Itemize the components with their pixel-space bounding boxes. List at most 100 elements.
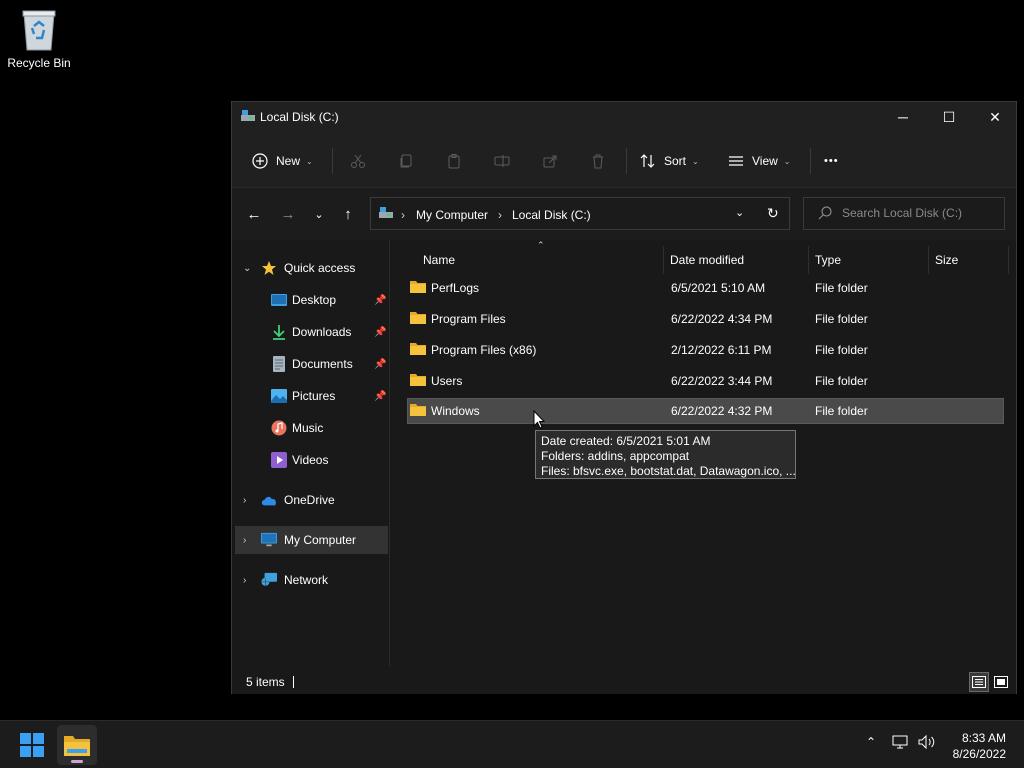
- arrow-up-icon: ↑: [344, 205, 352, 223]
- file-type: File folder: [815, 281, 868, 295]
- more-options-button[interactable]: •••: [824, 148, 839, 174]
- title-bar[interactable]: Local Disk (C:) ─ ☐ ✕: [232, 102, 1016, 132]
- table-row[interactable]: Program Files (x86) 2/12/2022 6:11 PM Fi…: [407, 337, 1004, 363]
- breadcrumb-local-disk[interactable]: Local Disk (C:): [512, 208, 591, 222]
- drive-icon: [379, 207, 393, 222]
- rename-icon: [494, 155, 510, 167]
- nav-videos[interactable]: Videos: [235, 446, 388, 474]
- chevron-down-icon: ⌄: [243, 262, 252, 274]
- show-hidden-icons-chevron-icon[interactable]: ⌃: [866, 735, 876, 749]
- forward-button[interactable]: →: [276, 204, 300, 224]
- column-date-modified[interactable]: Date modified: [670, 246, 744, 274]
- column-name[interactable]: Name: [423, 246, 455, 274]
- table-row[interactable]: Program Files 6/22/2022 4:34 PM File fol…: [407, 306, 1004, 332]
- windows-logo-icon: [20, 733, 44, 757]
- file-name: Windows: [431, 404, 480, 418]
- volume-icon[interactable]: [918, 734, 936, 752]
- file-type: File folder: [815, 312, 868, 326]
- video-icon: [271, 452, 287, 468]
- breadcrumb-my-computer[interactable]: My Computer: [416, 208, 488, 222]
- sort-button[interactable]: Sort ⌄: [640, 148, 699, 174]
- up-button[interactable]: ↑: [336, 204, 360, 224]
- pin-icon: 📌: [374, 358, 387, 370]
- share-icon: [543, 155, 557, 168]
- scissors-icon: [351, 154, 365, 168]
- refresh-icon[interactable]: ↻: [767, 205, 779, 222]
- delete-button[interactable]: [590, 148, 606, 174]
- tooltip-line: Files: bfsvc.exe, bootstat.dat, Datawago…: [541, 464, 796, 478]
- back-button[interactable]: ←: [242, 204, 266, 224]
- file-name: Program Files (x86): [431, 343, 537, 357]
- nav-music[interactable]: Music: [235, 414, 388, 442]
- item-count: 5 items: [246, 675, 285, 689]
- nav-downloads[interactable]: Downloads 📌: [235, 318, 388, 346]
- view-button[interactable]: View ⌄: [728, 148, 791, 174]
- nav-documents[interactable]: Documents 📌: [235, 350, 388, 378]
- nav-desktop[interactable]: Desktop 📌: [235, 286, 388, 314]
- nav-onedrive[interactable]: › OneDrive: [235, 486, 388, 514]
- sort-icon: [640, 154, 655, 168]
- address-history-chevron-icon[interactable]: ⌄: [735, 206, 744, 219]
- search-input[interactable]: [842, 206, 997, 220]
- file-date: 6/5/2021 5:10 AM: [671, 281, 766, 295]
- column-size[interactable]: Size: [935, 246, 958, 274]
- table-row[interactable]: Users 6/22/2022 3:44 PM File folder: [407, 368, 1004, 394]
- taskbar: ⌃ 8:33 AM 8/26/2022: [0, 720, 1024, 768]
- nav-quick-access[interactable]: ⌄ Quick access: [235, 254, 388, 282]
- download-icon: [271, 324, 287, 340]
- file-type: File folder: [815, 404, 868, 418]
- new-button[interactable]: New ⌄: [252, 148, 313, 174]
- chevron-right-icon: ›: [243, 574, 247, 586]
- cut-button[interactable]: [350, 148, 366, 174]
- details-view-button[interactable]: [969, 672, 989, 692]
- system-clock[interactable]: 8:33 AM 8/26/2022: [953, 730, 1006, 762]
- pin-icon: 📌: [374, 326, 387, 338]
- column-type[interactable]: Type: [815, 246, 841, 274]
- recycle-bin-desktop-icon[interactable]: Recycle Bin: [4, 8, 74, 70]
- nav-my-computer[interactable]: › My Computer: [235, 526, 388, 554]
- nav-network[interactable]: › Network: [235, 566, 388, 594]
- arrow-right-icon: →: [280, 205, 296, 223]
- network-status-icon[interactable]: [892, 735, 910, 752]
- sort-ascending-icon: ⌃: [537, 240, 545, 250]
- tooltip-line: Date created: 6/5/2021 5:01 AM: [541, 434, 711, 448]
- document-icon: [271, 356, 287, 372]
- folder-icon: [410, 312, 426, 324]
- chevron-down-icon: ⌄: [314, 208, 324, 221]
- folder-icon: [410, 374, 426, 386]
- copy-icon: [400, 154, 412, 168]
- nav-pictures[interactable]: Pictures 📌: [235, 382, 388, 410]
- desktop-icon: [271, 292, 287, 308]
- pictures-icon: [271, 388, 287, 404]
- new-label: New: [276, 154, 301, 168]
- nav-label: Pictures: [292, 389, 336, 403]
- minimize-button[interactable]: ─: [880, 102, 926, 132]
- file-name: PerfLogs: [431, 281, 480, 295]
- maximize-icon: ☐: [942, 108, 956, 125]
- share-button[interactable]: [542, 148, 558, 174]
- rename-button[interactable]: [494, 148, 510, 174]
- folder-icon: [410, 281, 426, 293]
- thumbnail-view-button[interactable]: [991, 672, 1011, 692]
- chevron-down-icon: ⌄: [783, 156, 791, 166]
- file-date: 6/22/2022 3:44 PM: [671, 374, 773, 388]
- maximize-button[interactable]: ☐: [926, 102, 972, 132]
- close-button[interactable]: ✕: [972, 102, 1018, 132]
- recent-locations-button[interactable]: ⌄: [307, 204, 331, 224]
- paste-button[interactable]: [446, 148, 462, 174]
- nav-label: Downloads: [292, 325, 352, 339]
- tooltip-line: Folders: addins, appcompat: [541, 449, 690, 463]
- view-label: View: [752, 154, 778, 168]
- mouse-cursor-icon: [533, 410, 545, 429]
- drive-icon: [241, 110, 255, 125]
- nav-label: Quick access: [284, 261, 356, 275]
- copy-button[interactable]: [398, 148, 414, 174]
- chevron-right-icon: ›: [243, 534, 247, 546]
- table-row[interactable]: PerfLogs 6/5/2021 5:10 AM File folder: [407, 275, 1004, 301]
- table-row[interactable]: Windows 6/22/2022 4:32 PM File folder: [407, 398, 1004, 424]
- file-explorer-taskbar-button[interactable]: [57, 725, 97, 765]
- address-bar[interactable]: › My Computer › Local Disk (C:) ⌄ ↻: [370, 197, 790, 230]
- search-box[interactable]: [803, 197, 1005, 230]
- start-button[interactable]: [12, 725, 52, 765]
- clock-time: 8:33 AM: [961, 731, 1006, 745]
